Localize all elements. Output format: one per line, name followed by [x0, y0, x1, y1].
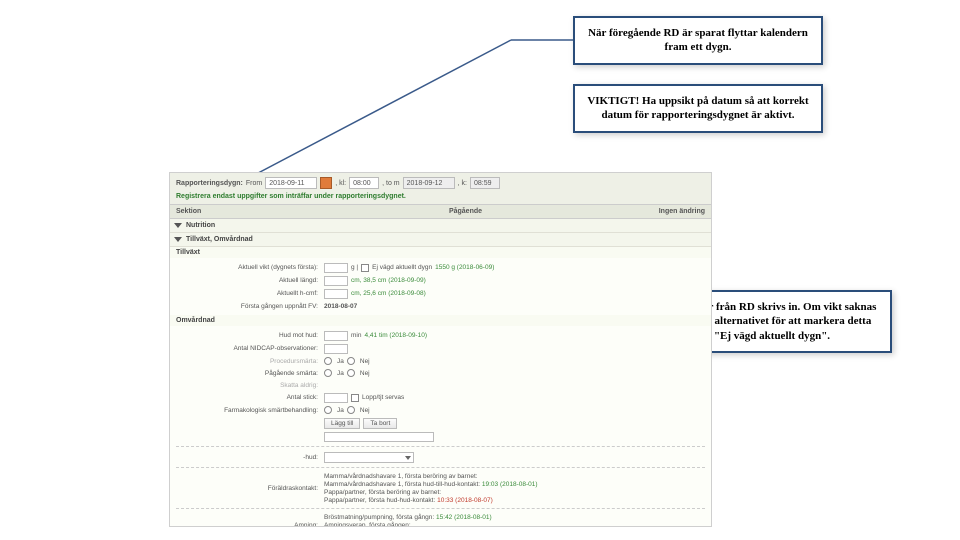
section-tillvaxt[interactable]: Tillväxt, Omvårdnad: [170, 233, 711, 247]
col-pagaende: Pågående: [306, 208, 625, 215]
input-antal[interactable]: [324, 393, 348, 403]
langd-history: cm, 38,5 cm (2018-09-09): [351, 277, 426, 284]
radio-pag-ja[interactable]: [324, 369, 332, 377]
mamma2: Mamma/vårdnadshavare 1, första hud-till-…: [324, 481, 480, 488]
divider3: [176, 508, 705, 509]
label-vikt: Aktuell vikt (dygnets första):: [176, 264, 324, 271]
from-prefix: From: [246, 180, 262, 187]
label-procedur: Procedursmärta:: [176, 358, 324, 365]
sub-tillvaxt: Tillväxt: [170, 247, 711, 258]
opt-nej2: Nej: [360, 370, 370, 377]
opt-ja3: Ja: [337, 407, 344, 414]
input-langd[interactable]: [324, 276, 348, 286]
mamma1: Mamma/vårdnadshavare 1, första beröring …: [324, 473, 478, 480]
opt-nej3: Nej: [360, 407, 370, 414]
calendar-icon[interactable]: [320, 177, 332, 189]
input-vikt[interactable]: [324, 263, 348, 273]
vikt-unit: g |: [351, 264, 358, 271]
sub-omvardnad: Omvårdnad: [170, 315, 711, 326]
opt-ja: Ja: [337, 358, 344, 365]
col-ingen: Ingen ändring: [625, 208, 705, 215]
pappa2-val: 10:33 (2018-08-07): [437, 497, 493, 504]
brost-val: 15:42 (2018-08-01): [436, 514, 492, 521]
input-nidcap[interactable]: [324, 344, 348, 354]
label-amning: Amning:: [176, 522, 324, 527]
radio-farm-nej[interactable]: [347, 406, 355, 414]
label-skatta: Skatta aldrig:: [176, 382, 324, 389]
label-antal: Antal stick:: [176, 394, 324, 401]
label-farm: Farmakologisk smärtbehandling:: [176, 407, 324, 414]
label-reportday: Rapporteringsdygn:: [176, 180, 243, 187]
forsta-val: 2018-08-07: [324, 303, 357, 310]
input-wide[interactable]: [324, 432, 434, 442]
input-date-from[interactable]: 2018-09-11: [265, 177, 317, 189]
input-time-from[interactable]: 08:00: [349, 177, 379, 189]
k-label: , k:: [458, 180, 467, 187]
hcmf-history: cm, 25,6 cm (2018-09-08): [351, 290, 426, 297]
checkbox-ejvagd[interactable]: [361, 264, 369, 272]
amning-text: Amningsverap, första gången:: [324, 522, 411, 528]
hud-unit: min: [351, 332, 361, 339]
label-forsta: Första gången uppnått FV:: [176, 303, 324, 310]
section-nutrition-label: Nutrition: [186, 222, 215, 229]
radio-procedur-ja[interactable]: [324, 357, 332, 365]
pappa1: Pappa/partner, första beröring av barnet…: [324, 489, 441, 496]
triangle-down-icon: [174, 237, 182, 242]
input-hud[interactable]: [324, 331, 348, 341]
to-label: , to m: [382, 180, 400, 187]
radio-pag-nej[interactable]: [347, 369, 355, 377]
input-date-to: 2018-09-12: [403, 177, 455, 189]
checkbox-lopa[interactable]: [351, 394, 359, 402]
label-pagaende: Pågående smärta:: [176, 370, 324, 377]
label-hud: Hud mot hud:: [176, 332, 324, 339]
input-hcmf[interactable]: [324, 289, 348, 299]
brost: Bröstmatning/pumpning, första gångn:: [324, 514, 434, 521]
radio-procedur-nej[interactable]: [347, 357, 355, 365]
hud-history: 4,41 tim (2018-09-10): [364, 332, 427, 339]
section-nutrition[interactable]: Nutrition: [170, 219, 711, 233]
triangle-down-icon: [174, 223, 182, 228]
pappa2: Pappa/partner, första hud-hud-kontakt:: [324, 497, 435, 504]
label-langd: Aktuell längd:: [176, 277, 324, 284]
header-note: Registrera endast uppgifter som inträffa…: [176, 193, 705, 200]
table-header: Sektion Pågående Ingen ändring: [170, 204, 711, 219]
app-window: Rapporteringsdygn: From 2018-09-11 , kl:…: [169, 172, 712, 527]
form-tillvaxt: Aktuell vikt (dygnets första): g | Ej vä…: [170, 258, 711, 315]
input-time-to: 08:59: [470, 177, 500, 189]
report-header: Rapporteringsdygn: From 2018-09-11 , kl:…: [170, 173, 711, 204]
label-ejvagd: Ej vägd aktuellt dygn: [372, 264, 432, 271]
btn-tabort[interactable]: Ta bort: [363, 418, 397, 429]
label-hcmf: Aktuellt h-cmf:: [176, 290, 324, 297]
section-tillvaxt-label: Tillväxt, Omvårdnad: [186, 236, 253, 243]
col-sektion: Sektion: [176, 208, 306, 215]
label-hud2: -hud:: [176, 454, 324, 461]
label-lopa: Lopp/tjt servas: [362, 394, 404, 401]
btn-laggtill[interactable]: Lägg till: [324, 418, 360, 429]
divider2: [176, 467, 705, 468]
vikt-history: 1550 g (2018-06-09): [435, 264, 494, 271]
opt-ja2: Ja: [337, 370, 344, 377]
opt-nej: Nej: [360, 358, 370, 365]
mamma2-val: 19:03 (2018-08-01): [482, 481, 538, 488]
form-omvardnad: Hud mot hud: min 4,41 tim (2018-09-10) A…: [170, 326, 711, 527]
select-hud[interactable]: [324, 452, 414, 463]
divider: [176, 446, 705, 447]
time-label: , kl:: [335, 180, 346, 187]
label-nidcap: Antal NIDCAP-observationer:: [176, 345, 324, 352]
radio-farm-ja[interactable]: [324, 406, 332, 414]
label-foraldra: Föräldraskontakt:: [176, 485, 324, 492]
